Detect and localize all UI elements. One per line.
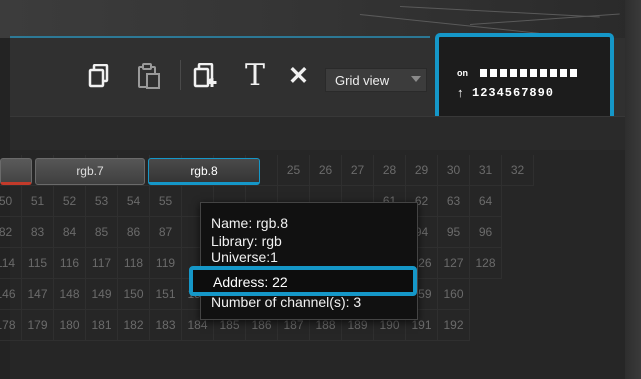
arrow-up-icon: ↑ <box>457 85 464 100</box>
dmx-channel-cell[interactable]: 146 <box>0 279 22 310</box>
window-edge <box>625 0 641 379</box>
add-fixture-icon[interactable] <box>193 63 219 89</box>
dmx-channel-cell[interactable]: 53 <box>86 186 118 217</box>
channel-indicator <box>509 68 518 78</box>
copy-icon[interactable] <box>88 64 110 88</box>
dmx-channel-cell[interactable]: 85 <box>86 217 118 248</box>
dmx-channel-cell[interactable]: 83 <box>22 217 54 248</box>
close-icon[interactable]: ✕ <box>288 61 309 91</box>
dmx-channel-cell[interactable]: 63 <box>438 186 470 217</box>
tooltip-channels: Number of channel(s): 3 <box>211 294 362 310</box>
tooltip-address: Address: 22 <box>213 274 288 290</box>
dmx-channel-cell[interactable]: 29 <box>406 155 438 186</box>
channel-indicator <box>479 68 488 78</box>
view-select[interactable]: Grid view <box>325 68 427 92</box>
secondary-bar <box>10 116 625 151</box>
dmx-channel-cell[interactable]: 28 <box>374 155 406 186</box>
channel-indicator <box>489 68 498 78</box>
fixture-patch[interactable] <box>0 158 32 185</box>
dmx-channel-cell[interactable]: 119 <box>150 248 182 279</box>
paste-icon[interactable] <box>137 63 161 89</box>
dmx-channel-cell[interactable]: 87 <box>150 217 182 248</box>
dmx-channel-cell[interactable]: 181 <box>86 310 118 341</box>
dmx-channel-cell[interactable]: 64 <box>470 186 502 217</box>
dmx-channel-cell[interactable]: 118 <box>118 248 150 279</box>
channel-digits: 1234567890 <box>472 86 555 100</box>
dmx-channel-cell[interactable]: 182 <box>118 310 150 341</box>
tooltip-name: Name: rgb.8 <box>211 215 289 231</box>
fixture-patch-rgb7[interactable]: rgb.7 <box>35 158 145 185</box>
dmx-channel-cell[interactable]: 82 <box>0 217 22 248</box>
dmx-channel-cell[interactable]: 95 <box>438 217 470 248</box>
chevron-down-icon <box>411 76 421 82</box>
channel-indicator <box>569 68 578 78</box>
dmx-channel-cell[interactable]: 31 <box>470 155 502 186</box>
dmx-channel-cell[interactable]: 86 <box>118 217 150 248</box>
dmx-channel-cell[interactable]: 84 <box>54 217 86 248</box>
dmx-channel-cell[interactable]: 26 <box>310 155 342 186</box>
channel-indicator <box>499 68 508 78</box>
dmx-channel-cell[interactable]: 51 <box>22 186 54 217</box>
dmx-channel-cell[interactable]: 115 <box>22 248 54 279</box>
text-icon[interactable]: T <box>245 58 265 93</box>
channel-indicator <box>529 68 538 78</box>
dmx-channel-cell[interactable]: 183 <box>150 310 182 341</box>
dmx-channel-cell[interactable]: 30 <box>438 155 470 186</box>
dmx-channel-cell[interactable]: 27 <box>342 155 374 186</box>
tooltip-library: Library: rgb <box>211 233 282 249</box>
channel-indicator <box>519 68 528 78</box>
dmx-channel-cell[interactable]: 151 <box>150 279 182 310</box>
dmx-channel-cell[interactable]: 116 <box>54 248 86 279</box>
dmx-channel-cell[interactable]: 180 <box>54 310 86 341</box>
dmx-channel-cell[interactable]: 52 <box>54 186 86 217</box>
tooltip-universe: Universe:1 <box>211 249 278 265</box>
dmx-channel-cell[interactable]: 147 <box>22 279 54 310</box>
channel-display: on ↑ 1234567890 <box>435 33 614 127</box>
toolbar-separator <box>180 60 181 90</box>
fixture-patch-rgb8[interactable]: rgb.8 <box>148 158 260 185</box>
dmx-channel-cell[interactable]: 50 <box>0 186 22 217</box>
dmx-channel-cell[interactable]: 148 <box>54 279 86 310</box>
channel-indicator <box>549 68 558 78</box>
channel-indicator <box>559 68 568 78</box>
channel-mode-label: on <box>457 68 468 78</box>
address-highlight: Address: 22 <box>189 266 417 296</box>
dmx-channel-cell[interactable]: 192 <box>438 310 470 341</box>
dmx-channel-cell[interactable]: 25 <box>278 155 310 186</box>
dmx-channel-cell[interactable]: 114 <box>0 248 22 279</box>
dmx-channel-cell[interactable]: 128 <box>470 248 502 279</box>
dmx-channel-cell[interactable]: 54 <box>118 186 150 217</box>
dmx-channel-cell[interactable]: 117 <box>86 248 118 279</box>
view-select-value: Grid view <box>335 73 390 88</box>
dmx-channel-cell[interactable]: 32 <box>502 155 534 186</box>
dmx-channel-cell[interactable]: 150 <box>118 279 150 310</box>
fixture-tooltip: Name: rgb.8 Library: rgb Universe:1 Numb… <box>200 202 418 320</box>
dmx-channel-cell[interactable]: 96 <box>470 217 502 248</box>
dmx-channel-cell[interactable]: 160 <box>438 279 470 310</box>
dmx-channel-cell[interactable]: 149 <box>86 279 118 310</box>
dmx-channel-cell[interactable]: 178 <box>0 310 22 341</box>
dmx-channel-cell[interactable]: 127 <box>438 248 470 279</box>
dmx-channel-cell[interactable]: 179 <box>22 310 54 341</box>
channel-indicator <box>539 68 548 78</box>
dmx-channel-cell[interactable]: 55 <box>150 186 182 217</box>
